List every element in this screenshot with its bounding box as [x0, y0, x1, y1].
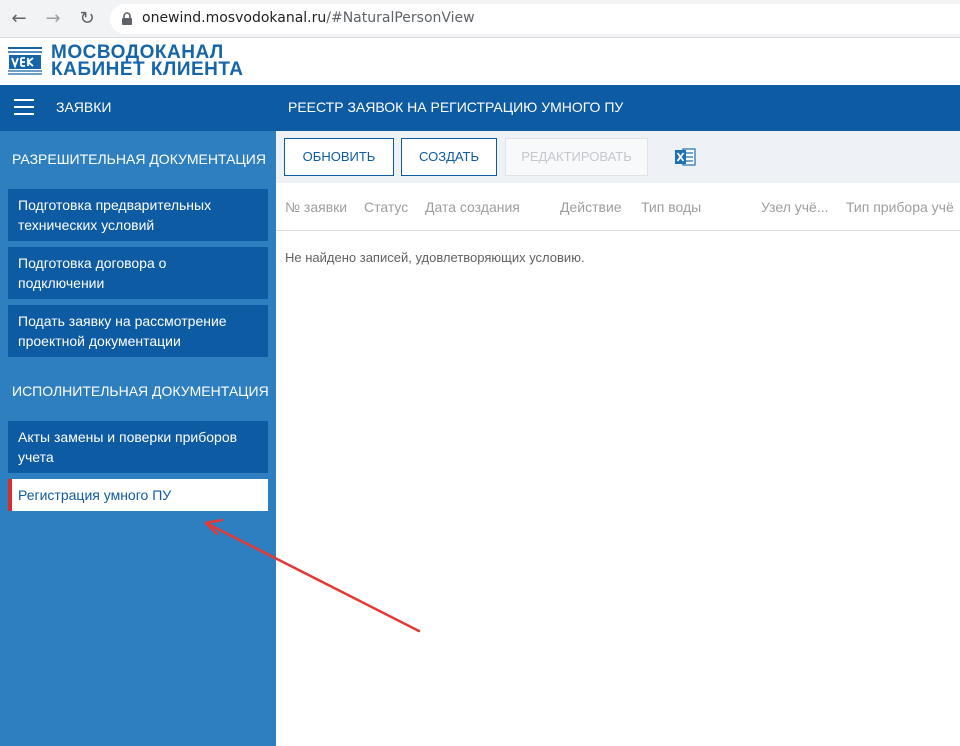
- column-header[interactable]: Дата создания: [425, 199, 520, 215]
- url-text: onewind.mosvodokanal.ru/#NaturalPersonVi…: [142, 10, 475, 26]
- page-title: РЕЕСТР ЗАЯВОК НА РЕГИСТРАЦИЮ УМНОГО ПУ: [288, 99, 624, 115]
- sidebar-item-label: Регистрация умного ПУ: [18, 487, 172, 503]
- sidebar: РАЗРЕШИТЕЛЬНАЯ ДОКУМЕНТАЦИЯ Подготовка п…: [0, 131, 276, 746]
- sidebar-item-smart-meter-registration[interactable]: Регистрация умного ПУ: [8, 479, 268, 511]
- empty-state-message: Не найдено записей, удовлетворяющих усло…: [285, 250, 585, 265]
- sidebar-item-label: технических условий: [18, 217, 155, 233]
- section-title: ЗАЯВКИ: [56, 99, 112, 115]
- column-header[interactable]: № заявки: [285, 199, 347, 215]
- grid-header: № заявки Статус Дата создания Действие Т…: [276, 183, 960, 231]
- sidebar-section-permits: РАЗРЕШИТЕЛЬНАЯ ДОКУМЕНТАЦИЯ: [12, 151, 266, 167]
- column-header[interactable]: Действие: [560, 199, 622, 215]
- reload-icon[interactable]: ↻: [76, 8, 98, 30]
- refresh-button[interactable]: ОБНОВИТЬ: [284, 138, 394, 176]
- sidebar-item-label: Подготовка предварительных: [18, 197, 212, 213]
- address-bar[interactable]: onewind.mosvodokanal.ru/#NaturalPersonVi…: [110, 4, 960, 34]
- sidebar-item-project-review[interactable]: Подать заявку на рассмотрение проектной …: [8, 305, 268, 357]
- lock-icon: [122, 12, 132, 25]
- sidebar-item-connection-contract[interactable]: Подготовка договора о подключении: [8, 247, 268, 299]
- sidebar-item-label: проектной документации: [18, 333, 181, 349]
- column-header[interactable]: Узел учё...: [761, 199, 829, 215]
- brand-subtitle: КАБИНЕТ КЛИЕНТА: [51, 59, 244, 80]
- forward-arrow-icon[interactable]: →: [42, 8, 64, 30]
- sidebar-item-label: учета: [18, 449, 54, 465]
- brand-header: МОСВОДОКАНАЛ КАБИНЕТ КЛИЕНТА: [0, 38, 960, 85]
- sidebar-item-label: подключении: [18, 275, 105, 291]
- column-header[interactable]: Тип прибора учё: [846, 199, 954, 215]
- sidebar-item-preliminary-conditions[interactable]: Подготовка предварительных технических у…: [8, 189, 268, 241]
- sidebar-item-meter-acts[interactable]: Акты замены и поверки приборов учета: [8, 421, 268, 473]
- url-path: /#NaturalPersonView: [326, 10, 475, 26]
- mosvodokanal-logo-icon: [6, 42, 44, 78]
- menu-icon[interactable]: [14, 99, 34, 117]
- sidebar-item-label: Акты замены и поверки приборов: [18, 429, 238, 445]
- excel-export-icon[interactable]: [674, 147, 696, 167]
- toolbar: ОБНОВИТЬ СОЗДАТЬ РЕДАКТИРОВАТЬ: [276, 131, 960, 183]
- url-host: onewind.mosvodokanal.ru: [142, 10, 327, 26]
- sidebar-item-label: Подготовка договора о: [18, 255, 167, 271]
- sidebar-section-executive: ИСПОЛНИТЕЛЬНАЯ ДОКУМЕНТАЦИЯ: [12, 383, 269, 399]
- edit-button[interactable]: РЕДАКТИРОВАТЬ: [505, 138, 648, 176]
- main-content: ОБНОВИТЬ СОЗДАТЬ РЕДАКТИРОВАТЬ № заявки …: [276, 131, 960, 746]
- column-header[interactable]: Статус: [364, 199, 408, 215]
- column-header[interactable]: Тип воды: [641, 199, 701, 215]
- create-button[interactable]: СОЗДАТЬ: [401, 138, 497, 176]
- browser-toolbar: ← → ↻ onewind.mosvodokanal.ru/#NaturalPe…: [0, 0, 960, 38]
- back-arrow-icon[interactable]: ←: [8, 8, 30, 30]
- app-header: ЗАЯВКИ РЕЕСТР ЗАЯВОК НА РЕГИСТРАЦИЮ УМНО…: [0, 85, 960, 131]
- sidebar-item-label: Подать заявку на рассмотрение: [18, 313, 227, 329]
